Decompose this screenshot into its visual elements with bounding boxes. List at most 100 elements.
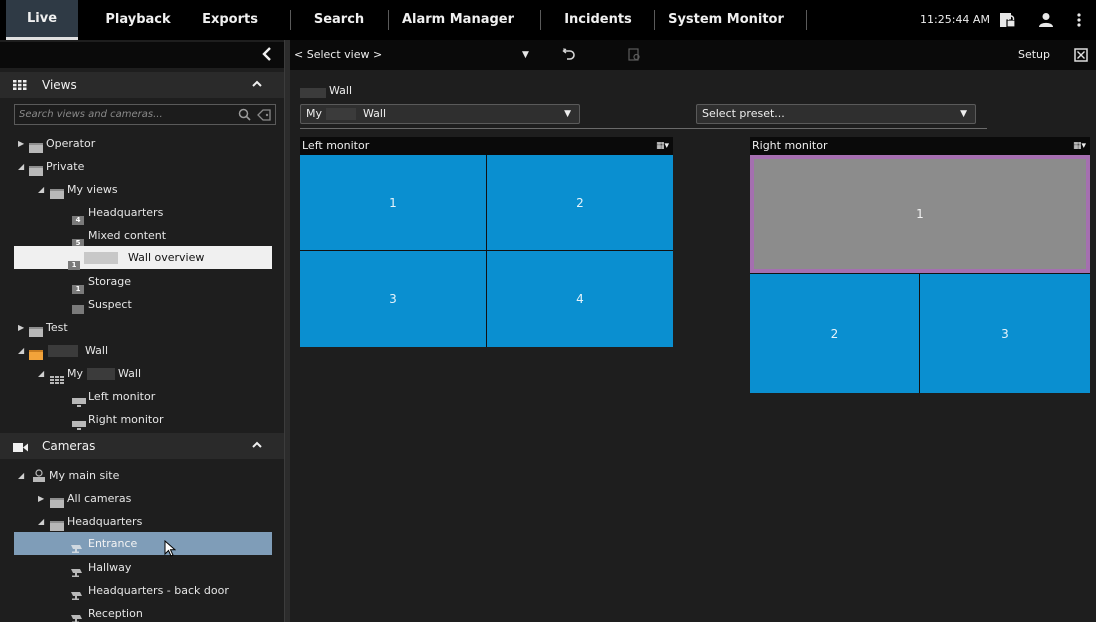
tree-item-reception-camera[interactable]: Reception bbox=[0, 602, 284, 622]
tab-system-monitor[interactable]: System Monitor bbox=[664, 0, 788, 40]
tree-item-label: Headquarters bbox=[67, 515, 143, 528]
search-views-field[interactable] bbox=[14, 104, 276, 125]
preset-select-label: Select preset... bbox=[702, 107, 785, 120]
left-monitor-tile[interactable]: 1 bbox=[300, 155, 486, 250]
tab-playback[interactable]: Playback bbox=[102, 0, 174, 40]
tree-item-test[interactable]: ▶ Test bbox=[0, 316, 284, 339]
chevron-left-icon[interactable] bbox=[262, 47, 272, 64]
right-monitor-tile[interactable]: 2 bbox=[750, 274, 919, 393]
save-view-icon[interactable] bbox=[628, 48, 641, 65]
tree-item-label: Wall bbox=[85, 344, 109, 357]
redacted-text bbox=[300, 88, 326, 98]
caret-down-icon[interactable]: ◢ bbox=[18, 155, 24, 178]
tab-separator bbox=[540, 10, 541, 30]
grid-icon bbox=[13, 80, 27, 93]
caret-down-icon[interactable]: ◢ bbox=[38, 510, 44, 533]
left-monitor-tile[interactable]: 4 bbox=[487, 251, 673, 347]
tag-icon[interactable] bbox=[257, 109, 271, 124]
search-icon[interactable] bbox=[238, 108, 251, 124]
caret-right-icon[interactable]: ▶ bbox=[18, 132, 24, 155]
tree-item-hallway-camera[interactable]: Hallway bbox=[0, 556, 284, 579]
clipboard-lock-icon[interactable] bbox=[994, 0, 1020, 40]
caret-down-icon[interactable]: ◢ bbox=[38, 362, 44, 385]
layout-menu-icon[interactable]: ▦▾ bbox=[1073, 137, 1086, 155]
smart-wall-select[interactable]: My Wall ▼ bbox=[300, 104, 580, 124]
caret-down-icon: ▼ bbox=[960, 109, 967, 119]
tree-item-headquarters-group[interactable]: ◢ Headquarters bbox=[0, 510, 284, 533]
more-vertical-icon[interactable] bbox=[1070, 0, 1088, 40]
view-toolbar: < Select view > ▼ Setup bbox=[290, 40, 1096, 70]
tree-item-label: Entrance bbox=[88, 537, 138, 550]
caret-down-icon: ▼ bbox=[564, 109, 571, 119]
right-monitor-title: Right monitor bbox=[752, 139, 828, 152]
tree-item-wall-overview[interactable]: 1 Wall overview bbox=[14, 246, 272, 270]
cameras-section-header[interactable]: Cameras bbox=[0, 433, 284, 459]
views-section-title: Views bbox=[42, 78, 77, 92]
left-monitor-title: Left monitor bbox=[302, 139, 370, 152]
tree-item-right-monitor[interactable]: Right monitor bbox=[0, 408, 284, 431]
redacted-text bbox=[48, 345, 78, 357]
left-monitor-tile[interactable]: 2 bbox=[487, 155, 673, 250]
search-input[interactable] bbox=[19, 106, 229, 123]
tab-incidents[interactable]: Incidents bbox=[556, 0, 640, 40]
preset-select[interactable]: Select preset... ▼ bbox=[696, 104, 976, 124]
tab-exports[interactable]: Exports bbox=[190, 0, 270, 40]
select-view-dropdown[interactable]: < Select view > bbox=[294, 40, 382, 70]
tree-item-my-views[interactable]: ◢ My views bbox=[0, 178, 284, 201]
smart-wall-select-prefix: My bbox=[306, 107, 323, 120]
tab-separator bbox=[654, 10, 655, 30]
caret-right-icon[interactable]: ▶ bbox=[18, 316, 24, 339]
caret-down-icon[interactable]: ◢ bbox=[18, 339, 24, 362]
smart-wall-title: Wall bbox=[329, 84, 353, 97]
caret-right-icon[interactable]: ▶ bbox=[38, 487, 44, 510]
tree-item-label: Suspect bbox=[88, 298, 132, 311]
tree-item-headquarters-view[interactable]: 4 Headquarters bbox=[0, 201, 284, 225]
tree-item-left-monitor[interactable]: Left monitor bbox=[0, 385, 284, 408]
top-navigation-bar: Live Playback Exports Search Alarm Manag… bbox=[0, 0, 1096, 40]
tab-search[interactable]: Search bbox=[304, 0, 374, 40]
tree-item-label: Wall overview bbox=[128, 251, 205, 264]
layout-menu-icon[interactable]: ▦▾ bbox=[656, 137, 669, 155]
caret-down-icon[interactable]: ◢ bbox=[18, 464, 24, 487]
right-monitor-tile[interactable]: 3 bbox=[920, 274, 1090, 393]
chevron-up-icon[interactable] bbox=[252, 433, 262, 459]
views-section-header[interactable]: Views bbox=[0, 72, 284, 98]
caret-down-icon[interactable]: ▼ bbox=[522, 40, 529, 70]
tree-item-label-suffix: Wall bbox=[118, 367, 142, 380]
user-icon[interactable] bbox=[1034, 0, 1058, 40]
tree-item-label: Storage bbox=[88, 275, 132, 288]
tree-item-mixed-content[interactable]: 5 Mixed content bbox=[0, 224, 284, 248]
tree-item-all-cameras[interactable]: ▶ All cameras bbox=[0, 487, 284, 510]
camera-icon bbox=[70, 608, 85, 622]
redacted-text bbox=[87, 368, 115, 380]
fullscreen-icon[interactable] bbox=[1074, 48, 1088, 65]
caret-down-icon[interactable]: ◢ bbox=[38, 178, 44, 201]
clock: 11:25:44 AM bbox=[920, 13, 990, 26]
tree-item-label: Test bbox=[46, 321, 68, 334]
tree-item-suspect[interactable]: Suspect bbox=[0, 293, 284, 316]
left-monitor-tile[interactable]: 3 bbox=[300, 251, 486, 347]
tree-item-operator[interactable]: ▶ Operator bbox=[0, 132, 284, 155]
tree-item-back-door-camera[interactable]: Headquarters - back door bbox=[0, 579, 284, 602]
tree-item-label: Operator bbox=[46, 137, 96, 150]
undo-arrow-icon[interactable] bbox=[562, 48, 576, 65]
tree-item-my-main-site[interactable]: ◢ My main site bbox=[0, 464, 284, 487]
tree-item-wall-folder[interactable]: ◢ Wall bbox=[0, 339, 284, 362]
right-monitor-tile-selected[interactable]: 1 bbox=[750, 155, 1090, 273]
tree-item-label: My main site bbox=[49, 469, 120, 482]
tab-separator bbox=[806, 10, 807, 30]
tree-item-private[interactable]: ◢ Private bbox=[0, 155, 284, 178]
divider bbox=[300, 128, 987, 129]
left-panel: Views ▶ Operator ◢ Private ◢ My views 4 … bbox=[0, 40, 284, 622]
setup-button[interactable]: Setup bbox=[1018, 40, 1050, 70]
tab-live[interactable]: Live bbox=[6, 0, 78, 40]
tree-item-label: Hallway bbox=[88, 561, 132, 574]
tree-item-entrance-camera[interactable]: Entrance bbox=[14, 532, 272, 557]
chevron-up-icon[interactable] bbox=[252, 72, 262, 98]
tab-separator bbox=[388, 10, 389, 30]
tree-item-storage[interactable]: 1 Storage bbox=[0, 270, 284, 294]
tree-item-label: All cameras bbox=[67, 492, 132, 505]
tree-item-label: My views bbox=[67, 183, 118, 196]
tab-alarm-manager[interactable]: Alarm Manager bbox=[398, 0, 518, 40]
tree-item-my-wall[interactable]: ◢ My Wall bbox=[0, 362, 284, 385]
